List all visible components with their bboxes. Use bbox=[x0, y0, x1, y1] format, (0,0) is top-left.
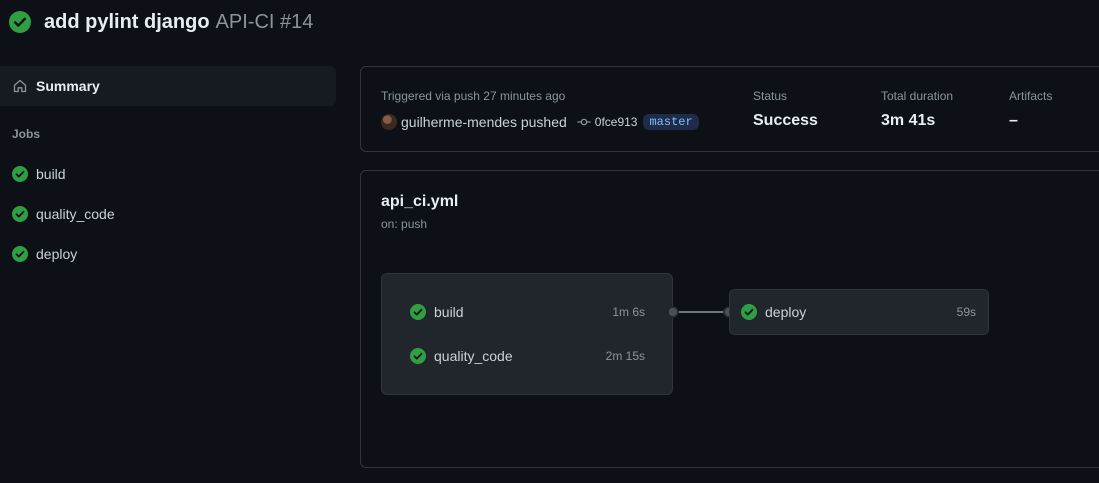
graph-job-label: build bbox=[434, 304, 464, 320]
sidebar-job-quality-code[interactable]: quality_code bbox=[12, 204, 115, 224]
run-info-card: Triggered via push 27 minutes ago guilhe… bbox=[360, 66, 1099, 152]
workflow-graph-card: api_ci.yml on: push build 1m 6s quality_… bbox=[360, 170, 1099, 468]
graph-job-duration: 2m 15s bbox=[605, 349, 645, 363]
run-title: add pylint django bbox=[44, 10, 210, 33]
success-check-icon bbox=[410, 304, 426, 320]
sidebar-job-label: quality_code bbox=[36, 206, 115, 222]
job-group: build 1m 6s quality_code 2m 15s bbox=[381, 273, 673, 395]
sidebar-summary-label: Summary bbox=[36, 78, 100, 94]
commit-sha-link[interactable]: 0fce913 bbox=[595, 115, 638, 129]
status-value: Success bbox=[753, 112, 818, 129]
sidebar-job-build[interactable]: build bbox=[12, 164, 66, 184]
push-details: guilherme-mendes pushed 0fce913 master bbox=[381, 112, 699, 132]
success-check-icon bbox=[741, 304, 757, 320]
graph-job-row: deploy bbox=[741, 302, 806, 322]
avatar[interactable] bbox=[381, 114, 397, 130]
success-check-icon bbox=[410, 348, 426, 364]
workflow-file-name[interactable]: api_ci.yml bbox=[381, 193, 458, 211]
graph-job-label: deploy bbox=[765, 304, 807, 320]
success-check-icon bbox=[12, 206, 28, 222]
success-check-icon bbox=[12, 246, 28, 262]
branch-badge[interactable]: master bbox=[643, 114, 699, 130]
sidebar-job-deploy[interactable]: deploy bbox=[12, 244, 77, 264]
sidebar-job-label: deploy bbox=[36, 246, 78, 262]
pusher-text[interactable]: guilherme-mendes pushed bbox=[401, 114, 567, 130]
trigger-text: Triggered via push 27 minutes ago bbox=[381, 89, 566, 103]
success-check-icon bbox=[12, 166, 28, 182]
graph-job-duration: 1m 6s bbox=[612, 305, 645, 319]
total-duration-label: Total duration bbox=[881, 89, 954, 103]
graph-job-build[interactable]: build bbox=[410, 302, 464, 322]
artifacts-label: Artifacts bbox=[1009, 89, 1053, 103]
run-header: add pylint django API-CI #14 bbox=[9, 10, 313, 34]
workflow-run-number[interactable]: API-CI #14 bbox=[216, 11, 314, 34]
status-label: Status bbox=[753, 89, 788, 103]
sidebar-summary-item[interactable]: Summary bbox=[0, 66, 336, 106]
graph-job-quality-code[interactable]: quality_code bbox=[410, 346, 513, 366]
graph-job-label: quality_code bbox=[434, 348, 513, 364]
graph-job-deploy[interactable]: deploy 59s bbox=[729, 289, 989, 335]
total-duration-value: 3m 41s bbox=[881, 112, 936, 129]
commit-icon bbox=[577, 118, 591, 126]
home-icon bbox=[13, 79, 27, 93]
job-dependency-connector bbox=[667, 306, 735, 318]
workflow-trigger: on: push bbox=[381, 217, 428, 231]
success-check-icon bbox=[9, 11, 31, 33]
artifacts-value: – bbox=[1009, 112, 1018, 129]
graph-job-duration: 59s bbox=[956, 305, 976, 319]
jobs-heading: Jobs bbox=[12, 127, 41, 141]
sidebar-job-label: build bbox=[36, 166, 66, 182]
